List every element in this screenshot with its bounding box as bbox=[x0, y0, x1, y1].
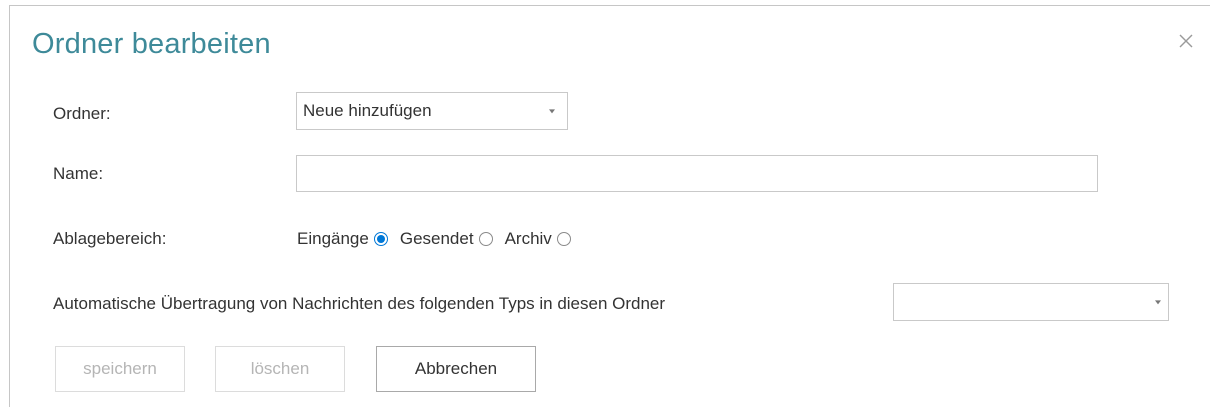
folder-label: Ordner: bbox=[53, 104, 111, 123]
radio-label-archive: Archiv bbox=[504, 229, 552, 248]
delete-button[interactable]: löschen bbox=[215, 346, 345, 392]
storage-area-label: Ablagebereich: bbox=[53, 229, 167, 248]
radio-option-incoming[interactable]: Eingänge bbox=[297, 229, 388, 249]
save-button[interactable]: speichern bbox=[55, 346, 185, 392]
name-input[interactable] bbox=[296, 155, 1098, 192]
auto-transfer-select[interactable] bbox=[893, 283, 1169, 321]
radio-incoming[interactable] bbox=[373, 232, 388, 246]
storage-area-radio-group: Eingänge Gesendet Archiv bbox=[297, 227, 571, 251]
radio-option-archive[interactable]: Archiv bbox=[505, 229, 571, 249]
chevron-down-icon bbox=[1155, 300, 1161, 305]
radio-option-sent[interactable]: Gesendet bbox=[400, 229, 493, 249]
edit-folder-dialog: Ordner bearbeiten Ordner: Neue hinzufüge… bbox=[9, 5, 1210, 407]
name-label: Name: bbox=[53, 164, 104, 183]
close-icon-glyph bbox=[1179, 34, 1193, 48]
dialog-title: Ordner bearbeiten bbox=[32, 28, 271, 60]
cancel-button[interactable]: Abbrechen bbox=[376, 346, 536, 392]
chevron-down-icon bbox=[549, 109, 555, 114]
close-icon[interactable] bbox=[1173, 28, 1199, 54]
folder-select-value: Neue hinzufügen bbox=[303, 101, 432, 120]
folder-select[interactable]: Neue hinzufügen bbox=[296, 92, 568, 130]
radio-archive[interactable] bbox=[556, 232, 571, 246]
auto-transfer-label: Automatische Übertragung von Nachrichten… bbox=[53, 294, 666, 313]
radio-label-sent: Gesendet bbox=[399, 229, 474, 248]
radio-sent[interactable] bbox=[478, 232, 493, 246]
radio-label-incoming: Eingänge bbox=[297, 229, 369, 248]
